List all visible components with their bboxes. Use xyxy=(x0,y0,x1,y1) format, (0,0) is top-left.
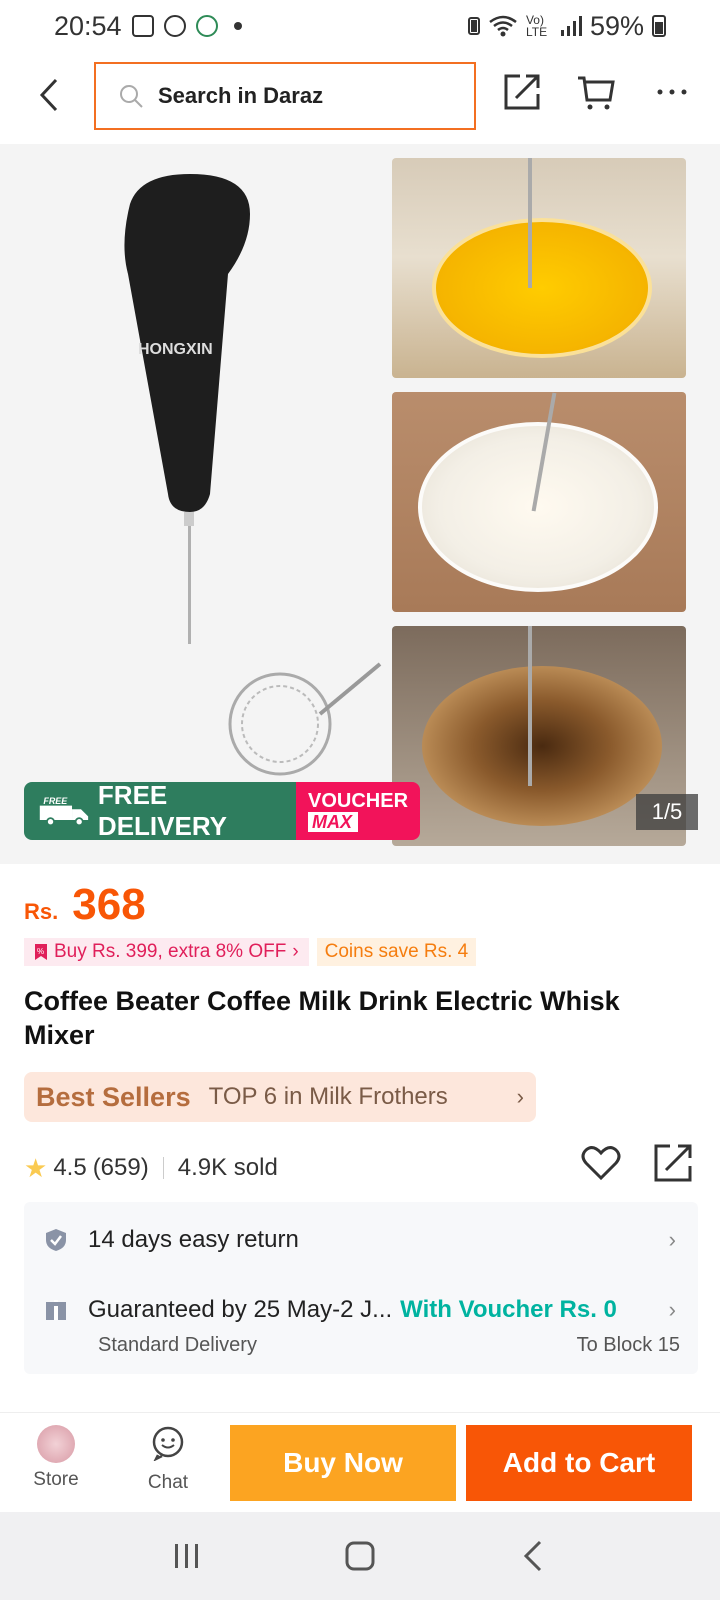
chevron-right-icon: › xyxy=(668,1297,676,1322)
top-navigation: Search in Daraz xyxy=(0,60,720,130)
store-button[interactable]: Store xyxy=(24,1425,88,1491)
best-sellers-label: Best Sellers xyxy=(36,1081,191,1112)
delivery-voucher-text: With Voucher Rs. 0 xyxy=(400,1296,617,1323)
sold-count: 4.9K sold xyxy=(177,1154,278,1181)
chevron-right-icon: › xyxy=(668,1227,676,1252)
store-label: Store xyxy=(33,1469,79,1490)
shield-check-icon xyxy=(46,1229,66,1251)
back-arrow-icon xyxy=(524,1540,542,1572)
delivery-row[interactable]: Guaranteed by 25 May-2 J... With Voucher… xyxy=(24,1290,698,1330)
share-button[interactable] xyxy=(502,72,546,116)
free-delivery-text: FREE DELIVERY xyxy=(97,782,227,840)
more-horizontal-icon xyxy=(657,89,687,95)
voucher-label: VOUCHER xyxy=(308,790,409,812)
service-info: 14 days easy return › Guaranteed by 25 M… xyxy=(24,1202,698,1374)
status-time: 20:54 xyxy=(54,10,122,41)
chevron-right-icon: › xyxy=(292,941,299,962)
rating-row: ★ 4.5 (659) 4.9K sold xyxy=(24,1144,696,1188)
buy-more-text: Buy Rs. 399, extra 8% OFF xyxy=(54,941,287,962)
star-icon: ★ xyxy=(24,1152,48,1183)
return-policy-row[interactable]: 14 days easy return › xyxy=(24,1220,698,1260)
bottom-action-bar: Store Chat Buy Now Add to Cart xyxy=(0,1412,720,1512)
search-placeholder: Search in Daraz xyxy=(158,83,324,108)
product-title: Coffee Beater Coffee Milk Drink Electric… xyxy=(24,986,620,1050)
price: Rs. 368 xyxy=(24,880,146,930)
whatsapp-notification-icon xyxy=(163,15,186,37)
product-image-gallery[interactable]: HONGXIN FREE FREE DELIVERY VOUCHER MAX 1… xyxy=(0,144,720,864)
price-currency: Rs. xyxy=(24,899,59,924)
chat-button[interactable]: Chat xyxy=(136,1425,200,1494)
cream-whipping-image xyxy=(392,392,686,612)
price-value: 368 xyxy=(72,880,146,929)
promo-banner: FREE FREE DELIVERY VOUCHER MAX xyxy=(24,782,420,840)
chevron-right-icon: › xyxy=(516,1084,524,1109)
recent-apps-button[interactable] xyxy=(165,1534,209,1578)
signal-icon xyxy=(560,16,582,36)
free-badge-label: FREE xyxy=(43,796,68,806)
image-page-indicator: 1/5 xyxy=(636,794,698,830)
package-icon xyxy=(46,1300,66,1320)
rating-score[interactable]: 4.5 xyxy=(53,1154,86,1182)
buy-now-button[interactable]: Buy Now xyxy=(230,1425,456,1501)
delivery-type: Standard Delivery xyxy=(98,1334,257,1356)
milk-frother-product-image: HONGXIN xyxy=(124,174,250,644)
search-input[interactable]: Search in Daraz xyxy=(94,62,476,130)
chat-icon xyxy=(152,1426,184,1462)
share-product-button[interactable] xyxy=(652,1142,702,1192)
gallery-notification-icon xyxy=(131,15,154,37)
back-button[interactable] xyxy=(24,70,74,120)
more-notifications-dot-icon xyxy=(233,22,242,30)
return-policy-text: 14 days easy return xyxy=(88,1226,299,1253)
divider xyxy=(162,1157,164,1179)
battery-icon xyxy=(652,15,666,37)
share-icon xyxy=(504,74,540,110)
more-options-button[interactable] xyxy=(652,72,696,116)
egg-whisking-image xyxy=(392,158,686,378)
rating-count[interactable]: (659) xyxy=(93,1154,149,1182)
wifi-icon xyxy=(489,15,517,37)
coins-save-tag[interactable]: Coins save Rs. 4 xyxy=(316,938,477,966)
chat-label: Chat xyxy=(147,1472,189,1493)
search-icon xyxy=(120,85,143,108)
max-label: MAX xyxy=(308,812,358,832)
home-icon xyxy=(345,1541,375,1571)
product-brand-text: HONGXIN xyxy=(138,341,213,358)
home-button[interactable] xyxy=(338,1534,382,1578)
battery-saver-icon xyxy=(467,17,480,35)
recent-apps-icon xyxy=(174,1544,198,1568)
delivery-destination: To Block 15 xyxy=(576,1334,680,1356)
free-delivery-badge: FREE FREE DELIVERY xyxy=(24,782,296,840)
heart-icon xyxy=(581,1146,621,1181)
status-bar: 20:54 Vo) LTE 59% xyxy=(0,0,720,52)
delivery-guarantee-text: Guaranteed by 25 May-2 J... xyxy=(88,1296,393,1323)
app-notification-icon xyxy=(195,15,218,37)
discount-bookmark-icon: % xyxy=(35,944,47,960)
best-sellers-rank: TOP 6 in Milk Frothers xyxy=(208,1083,448,1110)
system-navigation-bar xyxy=(0,1512,720,1600)
voucher-max-badge: VOUCHER MAX xyxy=(296,782,420,840)
chevron-left-icon xyxy=(39,78,58,112)
system-back-button[interactable] xyxy=(511,1534,555,1578)
best-sellers-banner[interactable]: Best Sellers TOP 6 in Milk Frothers › xyxy=(24,1072,536,1122)
whisk-coil-image xyxy=(228,662,382,776)
wishlist-button[interactable] xyxy=(580,1142,630,1192)
network-type-label: Vo) LTE xyxy=(525,13,548,39)
store-avatar xyxy=(37,1425,75,1463)
add-to-cart-button[interactable]: Add to Cart xyxy=(466,1425,692,1501)
buy-more-discount-tag[interactable]: % Buy Rs. 399, extra 8% OFF › xyxy=(24,938,309,966)
promo-tags: % Buy Rs. 399, extra 8% OFF › Coins save… xyxy=(24,938,477,966)
battery-percent: 59% xyxy=(589,10,644,41)
cart-icon xyxy=(578,76,615,110)
delivery-truck-icon: FREE xyxy=(39,796,89,827)
cart-button[interactable] xyxy=(576,72,620,116)
share-icon xyxy=(654,1144,692,1182)
svg-text:%: % xyxy=(37,947,44,956)
